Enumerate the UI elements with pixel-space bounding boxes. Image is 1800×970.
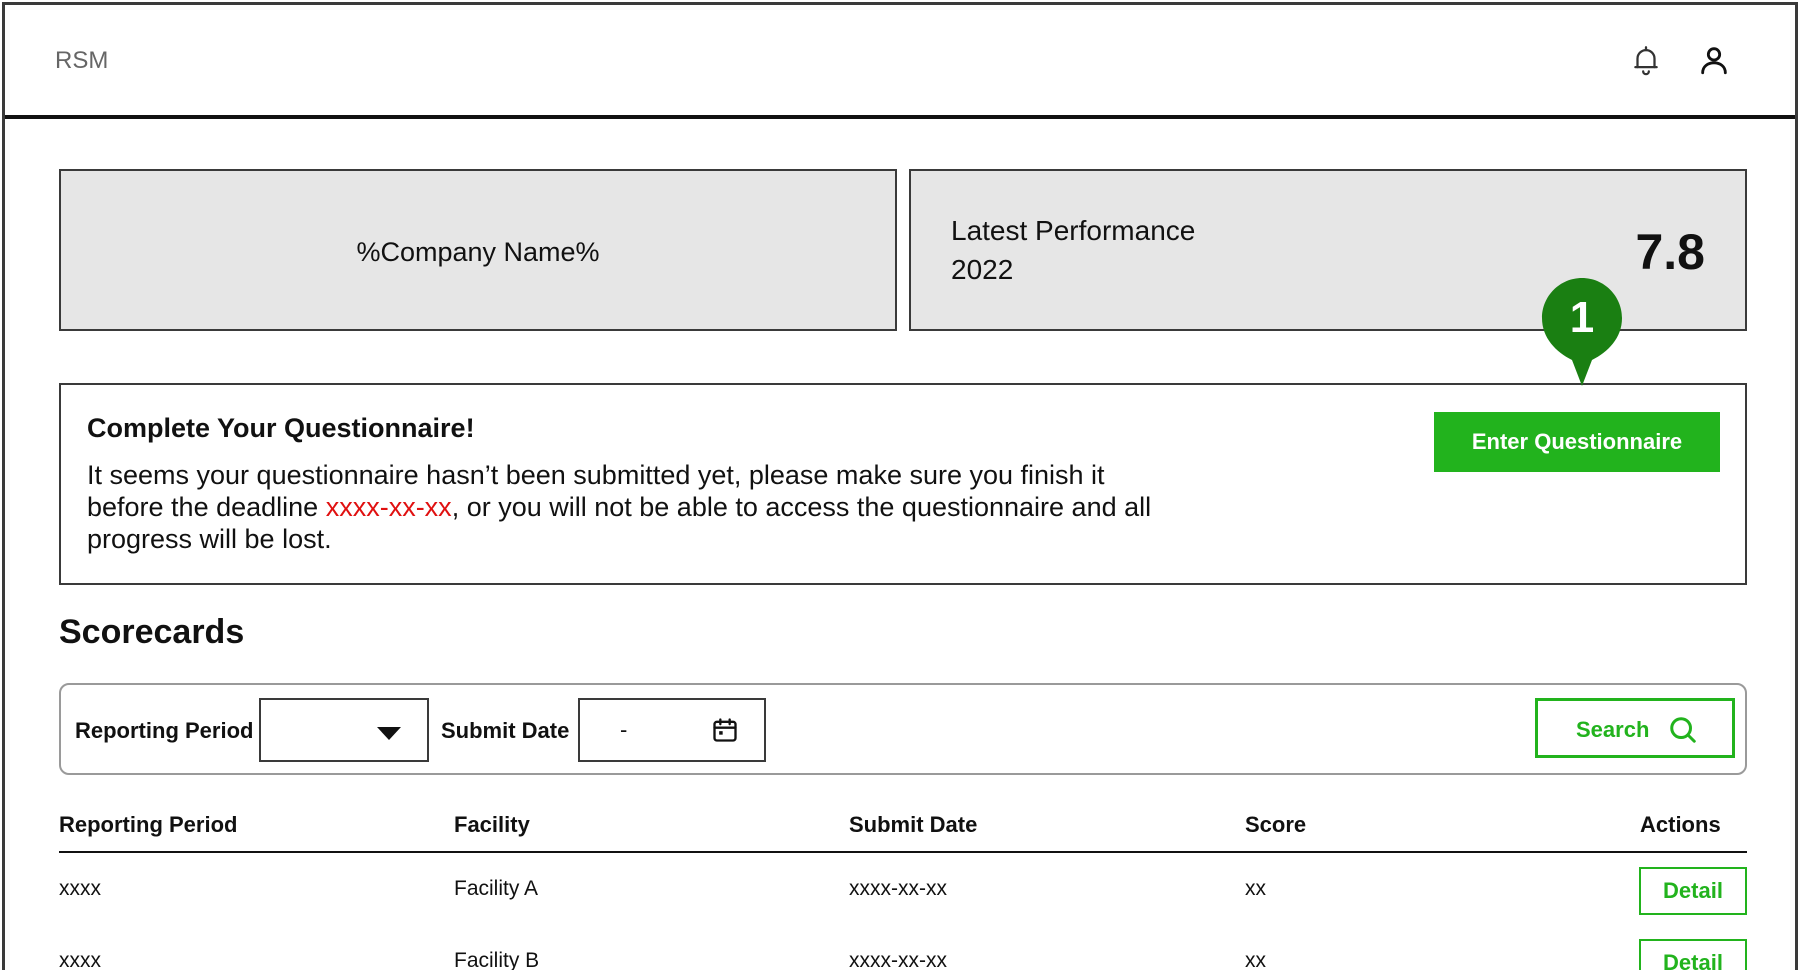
column-header: Submit Date (849, 812, 978, 837)
top-bar: RSM (5, 5, 1795, 119)
cell-submit-date: xxxx-xx-xx (849, 949, 947, 970)
calendar-icon[interactable] (711, 716, 739, 744)
cell-period: xxxx (59, 877, 101, 900)
app-window: RSM %Company Name% Latest Performance 20… (2, 2, 1798, 970)
annotation-number: 1 (1570, 293, 1594, 342)
app-name: RSM (55, 47, 109, 74)
performance-score: 7.8 (1635, 224, 1705, 280)
bell-icon[interactable] (1629, 43, 1663, 77)
enter-questionnaire-button[interactable]: Enter Questionnaire (1434, 412, 1720, 472)
submit-date-input[interactable]: - (578, 698, 766, 762)
annotation-marker: 1 (1542, 278, 1622, 386)
cell-score: xx (1245, 949, 1266, 970)
column-header: Reporting Period (59, 812, 238, 837)
table-header: Reporting Period Facility Submit Date Sc… (59, 801, 1747, 853)
performance-label: Latest Performance (951, 215, 1196, 246)
alert-text: It seems your questionnaire hasn’t been … (87, 459, 1187, 555)
detail-button[interactable]: Detail (1639, 939, 1747, 970)
deadline-date: xxxx-xx-xx (325, 492, 452, 522)
table-row: xxxx Facility B xxxx-xx-xx xx Detail (59, 925, 1747, 970)
table-row: xxxx Facility A xxxx-xx-xx xx Detail (59, 853, 1747, 925)
column-header: Facility (454, 812, 530, 837)
user-icon[interactable] (1697, 43, 1731, 77)
performance-year: 2022 (951, 254, 1014, 285)
detail-button[interactable]: Detail (1639, 867, 1747, 915)
company-name: %Company Name% (356, 237, 600, 267)
submit-date-value: - (620, 717, 628, 742)
scorecards-table: Reporting Period Facility Submit Date Sc… (59, 801, 1747, 970)
company-card: %Company Name% (59, 169, 897, 331)
cell-score: xx (1245, 877, 1266, 900)
cell-facility: Facility A (454, 877, 539, 900)
scorecards-title: Scorecards (59, 613, 245, 651)
column-header: Actions (1640, 812, 1721, 837)
search-icon (1670, 717, 1696, 743)
column-header: Score (1245, 812, 1307, 837)
reporting-period-select[interactable] (259, 698, 429, 762)
cell-submit-date: xxxx-xx-xx (849, 877, 947, 900)
cell-period: xxxx (59, 949, 101, 970)
submit-date-label: Submit Date (441, 718, 570, 743)
alert-title: Complete Your Questionnaire! (87, 413, 475, 443)
caret-down-icon (377, 727, 401, 740)
search-button[interactable]: Search (1535, 698, 1735, 758)
reporting-period-label: Reporting Period (75, 718, 254, 743)
filter-bar: Reporting Period Submit Date - Search (59, 683, 1747, 775)
search-button-label: Search (1576, 717, 1650, 742)
questionnaire-alert: Complete Your Questionnaire! It seems yo… (59, 383, 1747, 585)
cell-facility: Facility B (454, 949, 540, 970)
